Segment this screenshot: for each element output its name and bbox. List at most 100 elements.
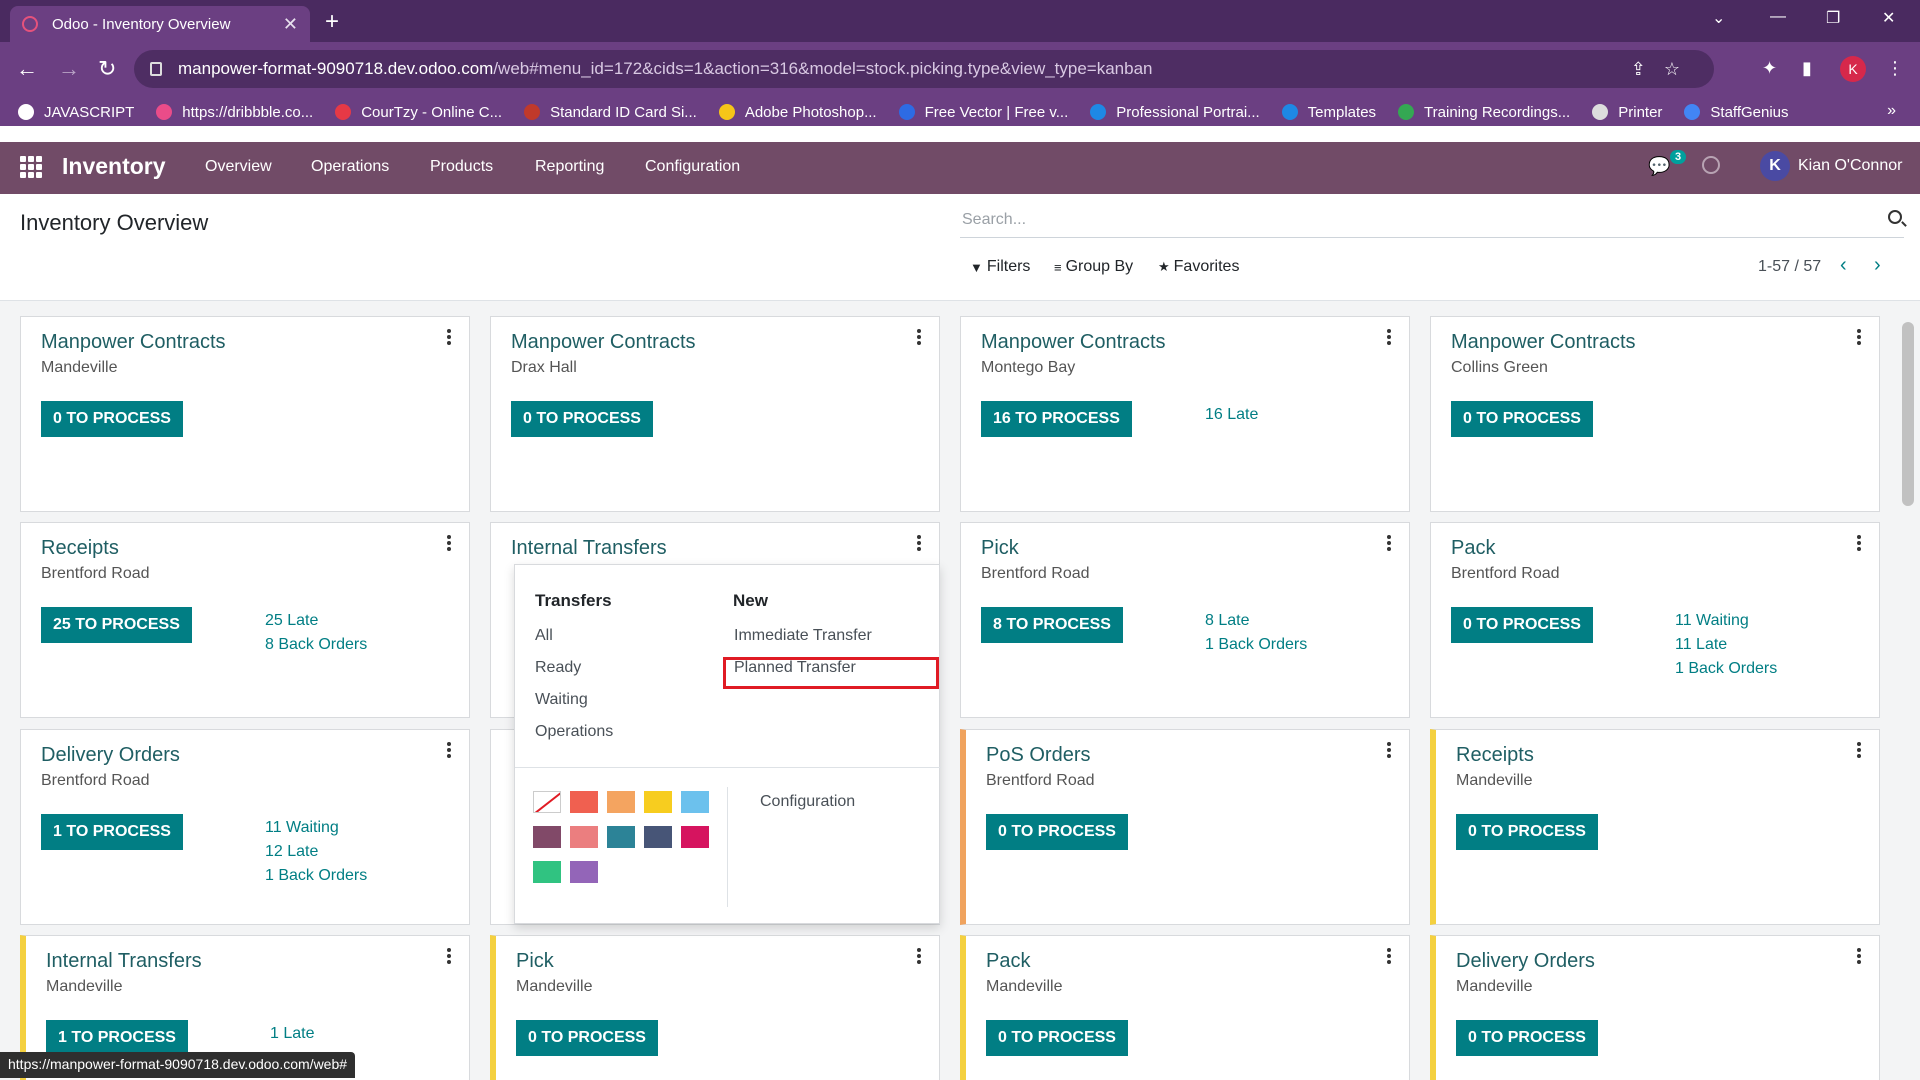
card-title[interactable]: Pick bbox=[516, 950, 554, 973]
close-window-icon[interactable]: ✕ bbox=[1882, 8, 1895, 28]
to-process-button[interactable]: 0 TO PROCESS bbox=[1456, 1020, 1598, 1056]
bookmark-item[interactable]: StaffGenius bbox=[1684, 104, 1789, 121]
card-stat-link[interactable]: 1 Back Orders bbox=[1205, 633, 1307, 657]
color-swatch[interactable] bbox=[607, 826, 635, 848]
card-menu-icon[interactable] bbox=[447, 948, 451, 964]
card-title[interactable]: Pick bbox=[981, 537, 1019, 560]
to-process-button[interactable]: 25 TO PROCESS bbox=[41, 607, 192, 643]
user-menu[interactable]: K Kian O'Connor bbox=[1760, 151, 1902, 181]
tab-search-icon[interactable]: ⌄ bbox=[1712, 8, 1725, 28]
to-process-button[interactable]: 0 TO PROCESS bbox=[986, 814, 1128, 850]
share-star-icons[interactable]: ⇪☆ bbox=[1631, 59, 1698, 80]
card-menu-icon[interactable] bbox=[1857, 742, 1861, 758]
bookmark-item[interactable]: https://dribbble.co... bbox=[156, 104, 313, 121]
pager-next-icon[interactable]: › bbox=[1874, 254, 1881, 277]
card-menu-icon[interactable] bbox=[447, 535, 451, 551]
card-title[interactable]: PoS Orders bbox=[986, 744, 1090, 767]
no-color-swatch[interactable] bbox=[533, 791, 561, 813]
operation-type-card[interactable]: Manpower Contracts Drax Hall 0 TO PROCESS bbox=[490, 316, 940, 512]
menu-reporting[interactable]: Reporting bbox=[535, 158, 604, 176]
card-title[interactable]: Internal Transfers bbox=[46, 950, 202, 973]
new-tab-icon[interactable]: + bbox=[325, 8, 339, 36]
card-title[interactable]: Manpower Contracts bbox=[41, 331, 226, 354]
card-title[interactable]: Delivery Orders bbox=[1456, 950, 1595, 973]
bookmark-item[interactable]: Printer bbox=[1592, 104, 1662, 121]
color-swatch[interactable] bbox=[681, 791, 709, 813]
card-menu-icon[interactable] bbox=[447, 742, 451, 758]
card-title[interactable]: Manpower Contracts bbox=[981, 331, 1166, 354]
menu-overview[interactable]: Overview bbox=[205, 158, 272, 176]
card-menu-icon[interactable] bbox=[917, 948, 921, 964]
transfers-ready-link[interactable]: Ready bbox=[535, 659, 581, 677]
card-stat-link[interactable]: 25 Late bbox=[265, 609, 367, 633]
filters-button[interactable]: ▼ Filters bbox=[970, 258, 1030, 276]
menu-operations[interactable]: Operations bbox=[311, 158, 389, 176]
new-immediate-transfer-link[interactable]: Immediate Transfer bbox=[734, 627, 872, 645]
restore-icon[interactable]: ❐ bbox=[1826, 8, 1840, 28]
bookmark-item[interactable]: Professional Portrai... bbox=[1090, 104, 1260, 121]
to-process-button[interactable]: 0 TO PROCESS bbox=[41, 401, 183, 437]
reload-icon[interactable]: ↻ bbox=[98, 56, 116, 82]
card-stat-link[interactable]: 1 Back Orders bbox=[1675, 657, 1777, 681]
minimize-icon[interactable]: — bbox=[1770, 8, 1786, 26]
card-stat-link[interactable]: 1 Late bbox=[270, 1022, 314, 1046]
to-process-button[interactable]: 1 TO PROCESS bbox=[46, 1020, 188, 1056]
card-title[interactable]: Pack bbox=[1451, 537, 1495, 560]
groupby-button[interactable]: ≡ Group By bbox=[1054, 258, 1133, 276]
card-menu-icon[interactable] bbox=[1857, 948, 1861, 964]
menu-products[interactable]: Products bbox=[430, 158, 493, 176]
card-menu-icon[interactable] bbox=[1387, 535, 1391, 551]
operation-type-card[interactable]: Delivery Orders Mandeville 0 TO PROCESS bbox=[1430, 935, 1880, 1080]
to-process-button[interactable]: 0 TO PROCESS bbox=[1451, 607, 1593, 643]
transfers-waiting-link[interactable]: Waiting bbox=[535, 691, 588, 709]
chrome-menu-icon[interactable]: ⋮ bbox=[1886, 58, 1904, 79]
activity-clock-icon[interactable] bbox=[1702, 156, 1720, 174]
search-icon[interactable] bbox=[1888, 210, 1902, 224]
bookmark-item[interactable]: Adobe Photoshop... bbox=[718, 104, 877, 121]
profile-avatar[interactable]: K bbox=[1840, 56, 1866, 82]
search-input[interactable] bbox=[960, 204, 1860, 236]
bookmark-item[interactable]: Templates bbox=[1281, 104, 1376, 121]
card-title[interactable]: Manpower Contracts bbox=[511, 331, 696, 354]
bookmark-item[interactable]: Free Vector | Free v... bbox=[898, 104, 1068, 121]
operation-type-card[interactable]: Pick Brentford Road 8 TO PROCESS 8 Late 1 Ba… bbox=[960, 522, 1410, 718]
operation-type-card[interactable]: Delivery Orders Brentford Road 1 TO PROCES… bbox=[20, 729, 470, 925]
color-swatch[interactable] bbox=[607, 791, 635, 813]
operation-type-card[interactable]: Manpower Contracts Collins Green 0 TO PROC… bbox=[1430, 316, 1880, 512]
card-title[interactable]: Manpower Contracts bbox=[1451, 331, 1636, 354]
bookmark-item[interactable]: Standard ID Card Si... bbox=[524, 104, 697, 121]
pager-previous-icon[interactable]: ‹ bbox=[1840, 254, 1847, 277]
card-stat-link[interactable]: 8 Back Orders bbox=[265, 633, 367, 657]
card-menu-icon[interactable] bbox=[1387, 742, 1391, 758]
card-stat-link[interactable]: 12 Late bbox=[265, 840, 367, 864]
card-stat-link[interactable]: 11 Waiting bbox=[1675, 609, 1777, 633]
to-process-button[interactable]: 0 TO PROCESS bbox=[516, 1020, 658, 1056]
card-stat-link[interactable]: 8 Late bbox=[1205, 609, 1307, 633]
to-process-button[interactable]: 0 TO PROCESS bbox=[1456, 814, 1598, 850]
card-stat-link[interactable]: 1 Back Orders bbox=[265, 864, 367, 888]
color-swatch[interactable] bbox=[570, 826, 598, 848]
card-title[interactable]: Delivery Orders bbox=[41, 744, 180, 767]
bookmark-item[interactable]: Training Recordings... bbox=[1398, 104, 1570, 121]
operation-type-card[interactable]: Pack Mandeville 0 TO PROCESS bbox=[960, 935, 1410, 1080]
color-swatch[interactable] bbox=[533, 826, 561, 848]
card-menu-icon[interactable] bbox=[917, 329, 921, 345]
card-title[interactable]: Internal Transfers bbox=[511, 537, 667, 560]
card-menu-icon[interactable] bbox=[1857, 535, 1861, 551]
card-title[interactable]: Pack bbox=[986, 950, 1030, 973]
transfers-all-link[interactable]: All bbox=[535, 627, 553, 645]
operation-type-card[interactable]: Pick Mandeville 0 TO PROCESS bbox=[490, 935, 940, 1080]
operation-type-card[interactable]: Manpower Contracts Montego Bay 16 TO PROCE… bbox=[960, 316, 1410, 512]
card-menu-icon[interactable] bbox=[1857, 329, 1861, 345]
operation-type-card[interactable]: Manpower Contracts Mandeville 0 TO PROCESS bbox=[20, 316, 470, 512]
bookmarks-overflow-icon[interactable]: » bbox=[1887, 102, 1896, 120]
pager-value[interactable]: 1-57 / 57 bbox=[1758, 258, 1821, 276]
side-panel-icon[interactable]: ▮ bbox=[1802, 58, 1812, 79]
card-menu-icon[interactable] bbox=[917, 535, 921, 551]
card-stat-link[interactable]: 16 Late bbox=[1205, 403, 1258, 427]
app-menu-icon[interactable] bbox=[20, 156, 42, 178]
menu-configuration[interactable]: Configuration bbox=[645, 158, 740, 176]
card-menu-icon[interactable] bbox=[447, 329, 451, 345]
to-process-button[interactable]: 0 TO PROCESS bbox=[986, 1020, 1128, 1056]
card-title[interactable]: Receipts bbox=[1456, 744, 1534, 767]
